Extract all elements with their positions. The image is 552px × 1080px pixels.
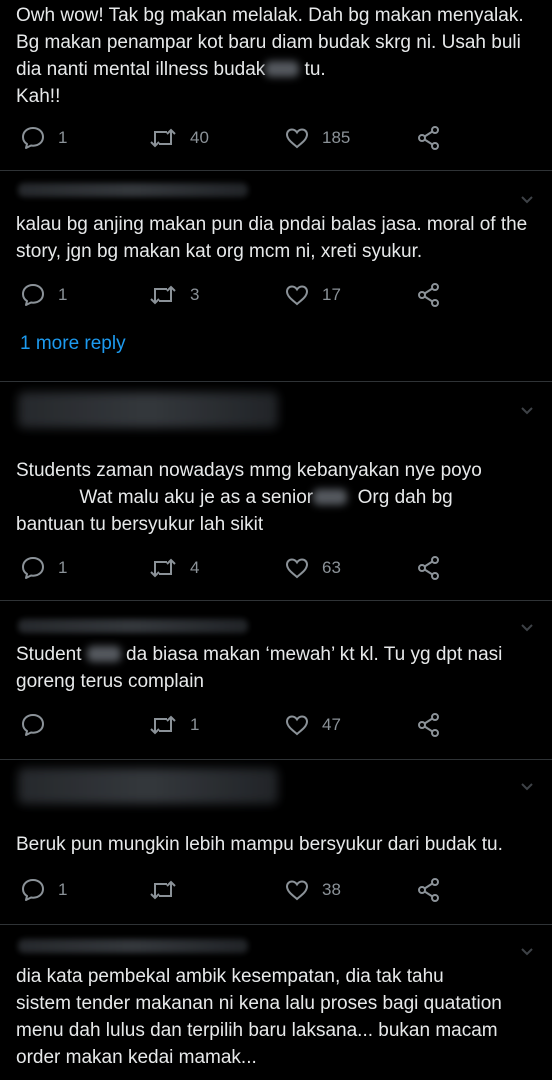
tweet-text: dia kata pembekal ambik kesempatan, dia … <box>16 966 502 1068</box>
reply-count: 1 <box>58 558 68 577</box>
like-button[interactable]: 47 <box>284 711 341 739</box>
reply-icon <box>20 125 46 151</box>
tweet-actions: 1 40 185 <box>0 124 552 152</box>
share-icon <box>416 712 442 738</box>
tweet-menu-button[interactable] <box>520 193 534 207</box>
chevron-down-icon <box>520 193 534 207</box>
tweet-4[interactable]: Student da biasa makan ‘mewah’ kt kl. Tu… <box>0 601 552 759</box>
retweet-icon <box>148 877 178 903</box>
blurred-author-header <box>18 392 278 428</box>
share-icon <box>416 125 442 151</box>
tweet-actions: 1 3 17 <box>0 281 552 309</box>
share-button[interactable] <box>416 711 442 739</box>
tweet-menu-button[interactable] <box>520 621 534 635</box>
chevron-down-icon <box>520 780 534 794</box>
chevron-down-icon <box>520 945 534 959</box>
retweet-button[interactable]: 1 <box>148 711 199 739</box>
share-icon <box>416 877 442 903</box>
like-count: 63 <box>322 558 341 577</box>
reply-icon <box>20 877 46 903</box>
like-count: 185 <box>322 128 351 147</box>
share-button[interactable] <box>416 124 442 152</box>
blurred-author-header <box>18 619 248 633</box>
like-button[interactable]: 185 <box>284 124 350 152</box>
like-icon <box>284 712 310 738</box>
tweet-6[interactable]: dia kata pembekal ambik kesempatan, dia … <box>0 925 552 1080</box>
retweet-count: 3 <box>190 285 200 304</box>
more-replies-link[interactable]: 1 more reply <box>20 333 126 355</box>
retweet-icon <box>148 712 178 738</box>
share-button[interactable] <box>416 876 442 904</box>
like-count: 38 <box>322 880 341 899</box>
retweet-count: 4 <box>190 558 200 577</box>
like-button[interactable]: 38 <box>284 876 341 904</box>
blurred-author-header <box>18 768 278 804</box>
retweet-button[interactable] <box>148 876 190 904</box>
tweet-menu-button[interactable] <box>520 404 534 418</box>
reply-icon <box>20 712 46 738</box>
retweet-button[interactable]: 4 <box>148 554 199 582</box>
tweet-actions: 1 47 <box>0 711 552 739</box>
reply-button[interactable]: 1 <box>20 281 67 309</box>
share-button[interactable] <box>416 281 442 309</box>
tweet-text: Student da biasa makan ‘mewah’ kt kl. Tu… <box>16 644 503 692</box>
like-count: 47 <box>322 715 341 734</box>
chevron-down-icon <box>520 404 534 418</box>
tweet-menu-button[interactable] <box>520 945 534 959</box>
share-button[interactable] <box>416 554 442 582</box>
tweet-text: Owh wow! Tak bg makan melalak. Dah bg ma… <box>16 5 529 107</box>
like-icon <box>284 125 310 151</box>
reply-icon <box>20 555 46 581</box>
like-icon <box>284 282 310 308</box>
redacted-emoji <box>265 61 300 77</box>
like-button[interactable]: 63 <box>284 554 341 582</box>
retweet-icon <box>148 125 178 151</box>
like-icon <box>284 555 310 581</box>
tweet-3[interactable]: Students zaman nowadays mmg kebanyakan n… <box>0 382 552 600</box>
retweet-icon <box>148 282 178 308</box>
redacted-emoji <box>86 646 121 662</box>
share-icon <box>416 555 442 581</box>
retweet-icon <box>148 555 178 581</box>
reply-count: 1 <box>58 880 68 899</box>
tweet-actions: 1 4 63 <box>0 554 552 582</box>
chevron-down-icon <box>520 621 534 635</box>
tweet-actions: 1 38 <box>0 876 552 904</box>
reply-icon <box>20 282 46 308</box>
reply-button[interactable]: 1 <box>20 124 67 152</box>
tweet-1[interactable]: Owh wow! Tak bg makan melalak. Dah bg ma… <box>0 0 552 170</box>
tweet-2[interactable]: kalau bg anjing makan pun dia pndai bala… <box>0 171 552 381</box>
reply-button[interactable]: 1 <box>20 876 67 904</box>
like-count: 17 <box>322 285 341 304</box>
tweet-text: kalau bg anjing makan pun dia pndai bala… <box>16 214 533 262</box>
reply-count: 1 <box>58 285 68 304</box>
retweet-count: 1 <box>190 715 200 734</box>
like-button[interactable]: 17 <box>284 281 341 309</box>
blurred-author-header <box>18 939 248 953</box>
blurred-author-header <box>18 183 248 197</box>
reply-count: 1 <box>58 128 68 147</box>
reply-button[interactable]: 1 <box>20 554 67 582</box>
share-icon <box>416 282 442 308</box>
redacted-emoji <box>313 489 348 505</box>
tweet-menu-button[interactable] <box>520 780 534 794</box>
tweet-text: Beruk pun mungkin lebih mampu bersyukur … <box>16 834 503 855</box>
retweet-button[interactable]: 40 <box>148 124 209 152</box>
retweet-count: 40 <box>190 128 209 147</box>
reply-button[interactable] <box>20 711 58 739</box>
like-icon <box>284 877 310 903</box>
tweet-text: Students zaman nowadays mmg kebanyakan n… <box>16 460 482 535</box>
tweet-5[interactable]: Beruk pun mungkin lebih mampu bersyukur … <box>0 760 552 924</box>
retweet-button[interactable]: 3 <box>148 281 199 309</box>
